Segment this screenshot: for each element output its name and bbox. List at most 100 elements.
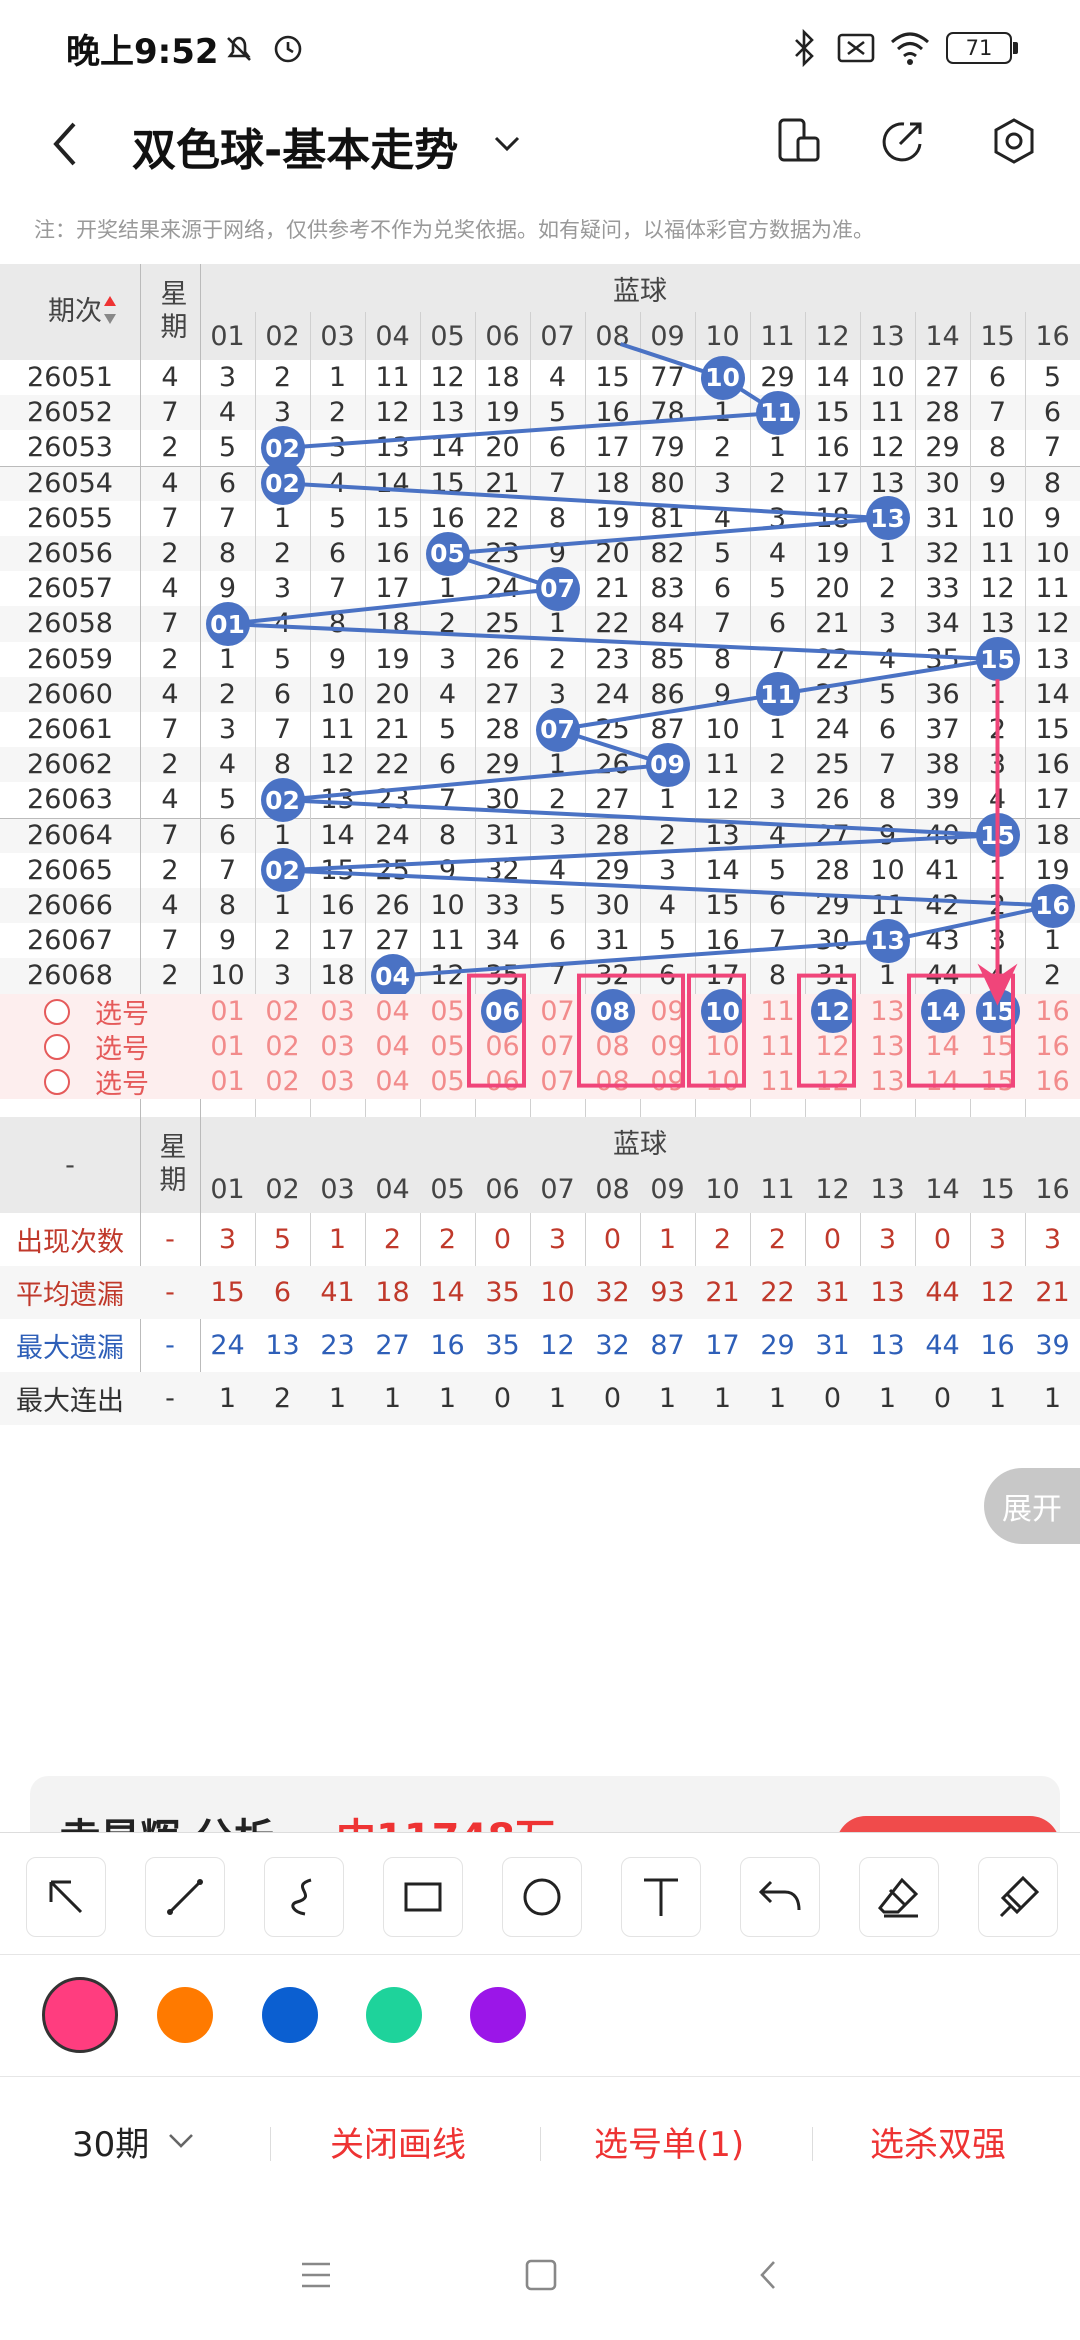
stat-value: 22 <box>760 1277 795 1309</box>
clear-brush-icon[interactable] <box>978 1857 1058 1937</box>
stat-value: 2 <box>383 1224 402 1256</box>
annotation-box <box>577 973 685 1088</box>
separator <box>270 2127 271 2161</box>
expand-button[interactable]: 展开 <box>984 1468 1080 1544</box>
stat-value: 0 <box>603 1224 622 1256</box>
wifi-icon <box>891 32 929 65</box>
stat-value: 0 <box>603 1383 622 1415</box>
kill-button[interactable]: 选杀双强 <box>870 2117 1006 2166</box>
period-select[interactable]: 30期 <box>72 2117 149 2166</box>
stat-value: 10 <box>540 1277 575 1309</box>
curve-tool-icon[interactable] <box>264 1857 344 1937</box>
color-swatch-selected[interactable] <box>42 1977 118 2053</box>
stat-row-label: 出现次数 <box>16 1227 124 1259</box>
stat-value: 3 <box>1043 1224 1062 1256</box>
eraser-icon[interactable] <box>859 1857 939 1937</box>
stat-value: 16 <box>980 1330 1015 1362</box>
stats-column-header: 05 <box>430 1173 465 1205</box>
stat-value: 18 <box>375 1277 410 1309</box>
page-title[interactable]: 双色球-基本走势 <box>132 114 458 178</box>
circle-tool-icon[interactable] <box>502 1857 582 1937</box>
stat-value: 24 <box>210 1330 245 1362</box>
stat-value: 1 <box>328 1224 347 1256</box>
stat-value: 1 <box>988 1383 1007 1415</box>
period-chevron-icon[interactable] <box>166 2131 196 2151</box>
status-time: 晚上9:52 <box>66 32 219 72</box>
stat-row-label: 最大连出 <box>16 1386 124 1418</box>
stats-column-header: 07 <box>540 1173 575 1205</box>
back-nav-icon[interactable] <box>756 2258 780 2292</box>
stat-dash: - <box>165 1330 175 1362</box>
stat-value: 1 <box>878 1383 897 1415</box>
stat-value: 32 <box>595 1330 630 1362</box>
color-swatch[interactable] <box>366 1987 422 2043</box>
stat-value: 21 <box>705 1277 740 1309</box>
stat-value: 1 <box>328 1383 347 1415</box>
color-swatch[interactable] <box>470 1987 526 2043</box>
stat-value: 2 <box>273 1383 292 1415</box>
trend-grid: 期次 星期 蓝球 01 02 03 04 05 06 07 08 09 10 11 12 13 14 15 1… <box>0 264 1080 1734</box>
stat-value: 15 <box>210 1277 245 1309</box>
arrow-tool-icon[interactable] <box>26 1857 106 1937</box>
stat-value: 1 <box>713 1383 732 1415</box>
stats-section-header: 蓝球 <box>613 1128 667 1160</box>
stats-column-header: 09 <box>650 1173 685 1205</box>
stat-value: 6 <box>273 1277 292 1309</box>
share-icon[interactable] <box>880 116 928 166</box>
line-tool-icon[interactable] <box>145 1857 225 1937</box>
bottom-actions: 30期 关闭画线 选号单(1) 选杀双强 <box>0 2076 1080 2210</box>
battery-icon: 71 <box>946 32 1012 64</box>
stats-column-header: 13 <box>870 1173 905 1205</box>
pick-list-button[interactable]: 选号单(1) <box>594 2117 744 2166</box>
text-tool-icon[interactable] <box>621 1857 701 1937</box>
stat-value: 0 <box>823 1224 842 1256</box>
settings-icon[interactable] <box>990 116 1038 166</box>
rectangle-tool-icon[interactable] <box>383 1857 463 1937</box>
annotation-layer <box>467 679 1018 1088</box>
stat-dash: - <box>165 1383 175 1415</box>
color-swatch[interactable] <box>262 1987 318 2043</box>
menu-icon[interactable] <box>300 2260 332 2290</box>
chevron-down-icon[interactable] <box>492 132 522 156</box>
stat-value: 23 <box>320 1330 355 1362</box>
annotation-box <box>467 973 526 1088</box>
stat-row-label: 最大遗漏 <box>16 1333 124 1365</box>
stat-value: 2 <box>438 1224 457 1256</box>
stats-column-header: 03 <box>320 1173 355 1205</box>
stat-value: 35 <box>485 1330 520 1362</box>
stats-column-header: 02 <box>265 1173 300 1205</box>
back-arrow-icon[interactable] <box>46 116 86 172</box>
stat-value: 35 <box>485 1277 520 1309</box>
stat-value: 1 <box>768 1383 787 1415</box>
undo-icon[interactable] <box>740 1857 820 1937</box>
stats-column-header: 16 <box>1035 1173 1070 1205</box>
separator <box>540 2127 541 2161</box>
stat-value: 31 <box>815 1277 850 1309</box>
annotation-box <box>797 973 856 1088</box>
stat-value: 44 <box>925 1277 960 1309</box>
stat-value: 17 <box>705 1330 740 1362</box>
stat-value: 44 <box>925 1330 960 1362</box>
phone-layout-icon[interactable] <box>776 116 822 166</box>
alarm-icon <box>274 35 302 63</box>
stat-value: 0 <box>823 1383 842 1415</box>
stat-value: 1 <box>218 1383 237 1415</box>
stat-dash: - <box>165 1277 175 1309</box>
color-palette <box>0 1954 1080 2074</box>
stats-column-header: 04 <box>375 1173 410 1205</box>
stat-value: 3 <box>878 1224 897 1256</box>
stat-value: 2 <box>713 1224 732 1256</box>
stat-value: 0 <box>933 1224 952 1256</box>
close-lines-button[interactable]: 关闭画线 <box>330 2117 466 2166</box>
stat-value: 1 <box>438 1383 457 1415</box>
stat-value: 3 <box>218 1224 237 1256</box>
stat-value: 93 <box>650 1277 685 1309</box>
stats-column-header: 08 <box>595 1173 630 1205</box>
disclaimer-text: 注：开奖结果来源于网络，仅供参考不作为兑奖依据。如有疑问，以福体彩官方数据为准。 <box>34 218 874 242</box>
color-swatch[interactable] <box>157 1987 213 2043</box>
annotation-box <box>687 973 746 1088</box>
system-nav-bar <box>0 2210 1080 2340</box>
sim-icon <box>837 33 875 63</box>
stats-column-header: 15 <box>980 1173 1015 1205</box>
home-icon[interactable] <box>524 2258 558 2292</box>
